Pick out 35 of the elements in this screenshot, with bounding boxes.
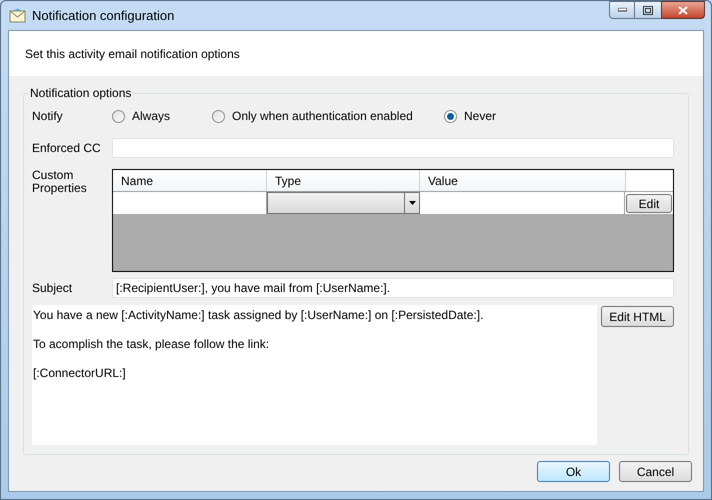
edit-button[interactable]: Edit xyxy=(626,194,672,212)
radio-button[interactable] xyxy=(212,110,225,122)
field-label: Subject xyxy=(32,280,74,297)
message-paragraph: You have a new [:ActivityName:] task assigned by [:UserName:] on [:PersistedDate:]. xyxy=(33,307,484,324)
message-body-editor[interactable]: You have a new [:ActivityName:] task assigned by [:UserName:] on [:PersistedDate:]. To acomplish the task, please follow the link: [:ConnectorURL:] xyxy=(32,305,598,445)
message-paragraph: To acomplish the task, please follow the link: xyxy=(33,336,270,353)
close-button[interactable] xyxy=(661,1,705,19)
field-label: Custom Properties xyxy=(32,169,88,197)
column-header[interactable]: Type xyxy=(267,170,420,191)
header-text: Set this activity email notification options xyxy=(25,46,240,62)
close-icon xyxy=(678,6,688,14)
maximize-icon xyxy=(643,6,653,14)
radio-label[interactable]: Only when authentication enabled xyxy=(232,107,413,125)
column-header[interactable]: Value xyxy=(420,170,626,191)
radio-label[interactable]: Always xyxy=(132,107,170,125)
minimize-icon xyxy=(618,8,626,12)
type-dropdown[interactable] xyxy=(267,192,420,214)
dialog-button[interactable]: Cancel xyxy=(619,461,692,482)
column-header[interactable]: Name xyxy=(113,170,267,191)
field-label: Enforced CC xyxy=(32,140,102,157)
edit-html-button[interactable]: Edit HTML xyxy=(601,306,674,327)
radio-button[interactable] xyxy=(444,110,457,122)
enforced-cc-field[interactable] xyxy=(112,138,674,158)
window-title: Notification configuration xyxy=(32,6,174,25)
group-title: Notification options xyxy=(29,86,132,100)
radio-button[interactable] xyxy=(112,110,125,122)
radio-label[interactable]: Never xyxy=(464,107,496,125)
dropdown-arrow-icon xyxy=(408,201,416,205)
field-label: Notify xyxy=(32,108,64,125)
minimize-button[interactable] xyxy=(609,1,635,19)
message-paragraph: [:ConnectorURL:] xyxy=(33,365,127,382)
envelope-icon xyxy=(9,8,26,23)
dialog-button[interactable]: Ok xyxy=(537,461,610,482)
maximize-button[interactable] xyxy=(635,1,661,19)
subject-field[interactable]: [:RecipientUser:], you have mail from [:UserName:]. xyxy=(112,278,674,298)
